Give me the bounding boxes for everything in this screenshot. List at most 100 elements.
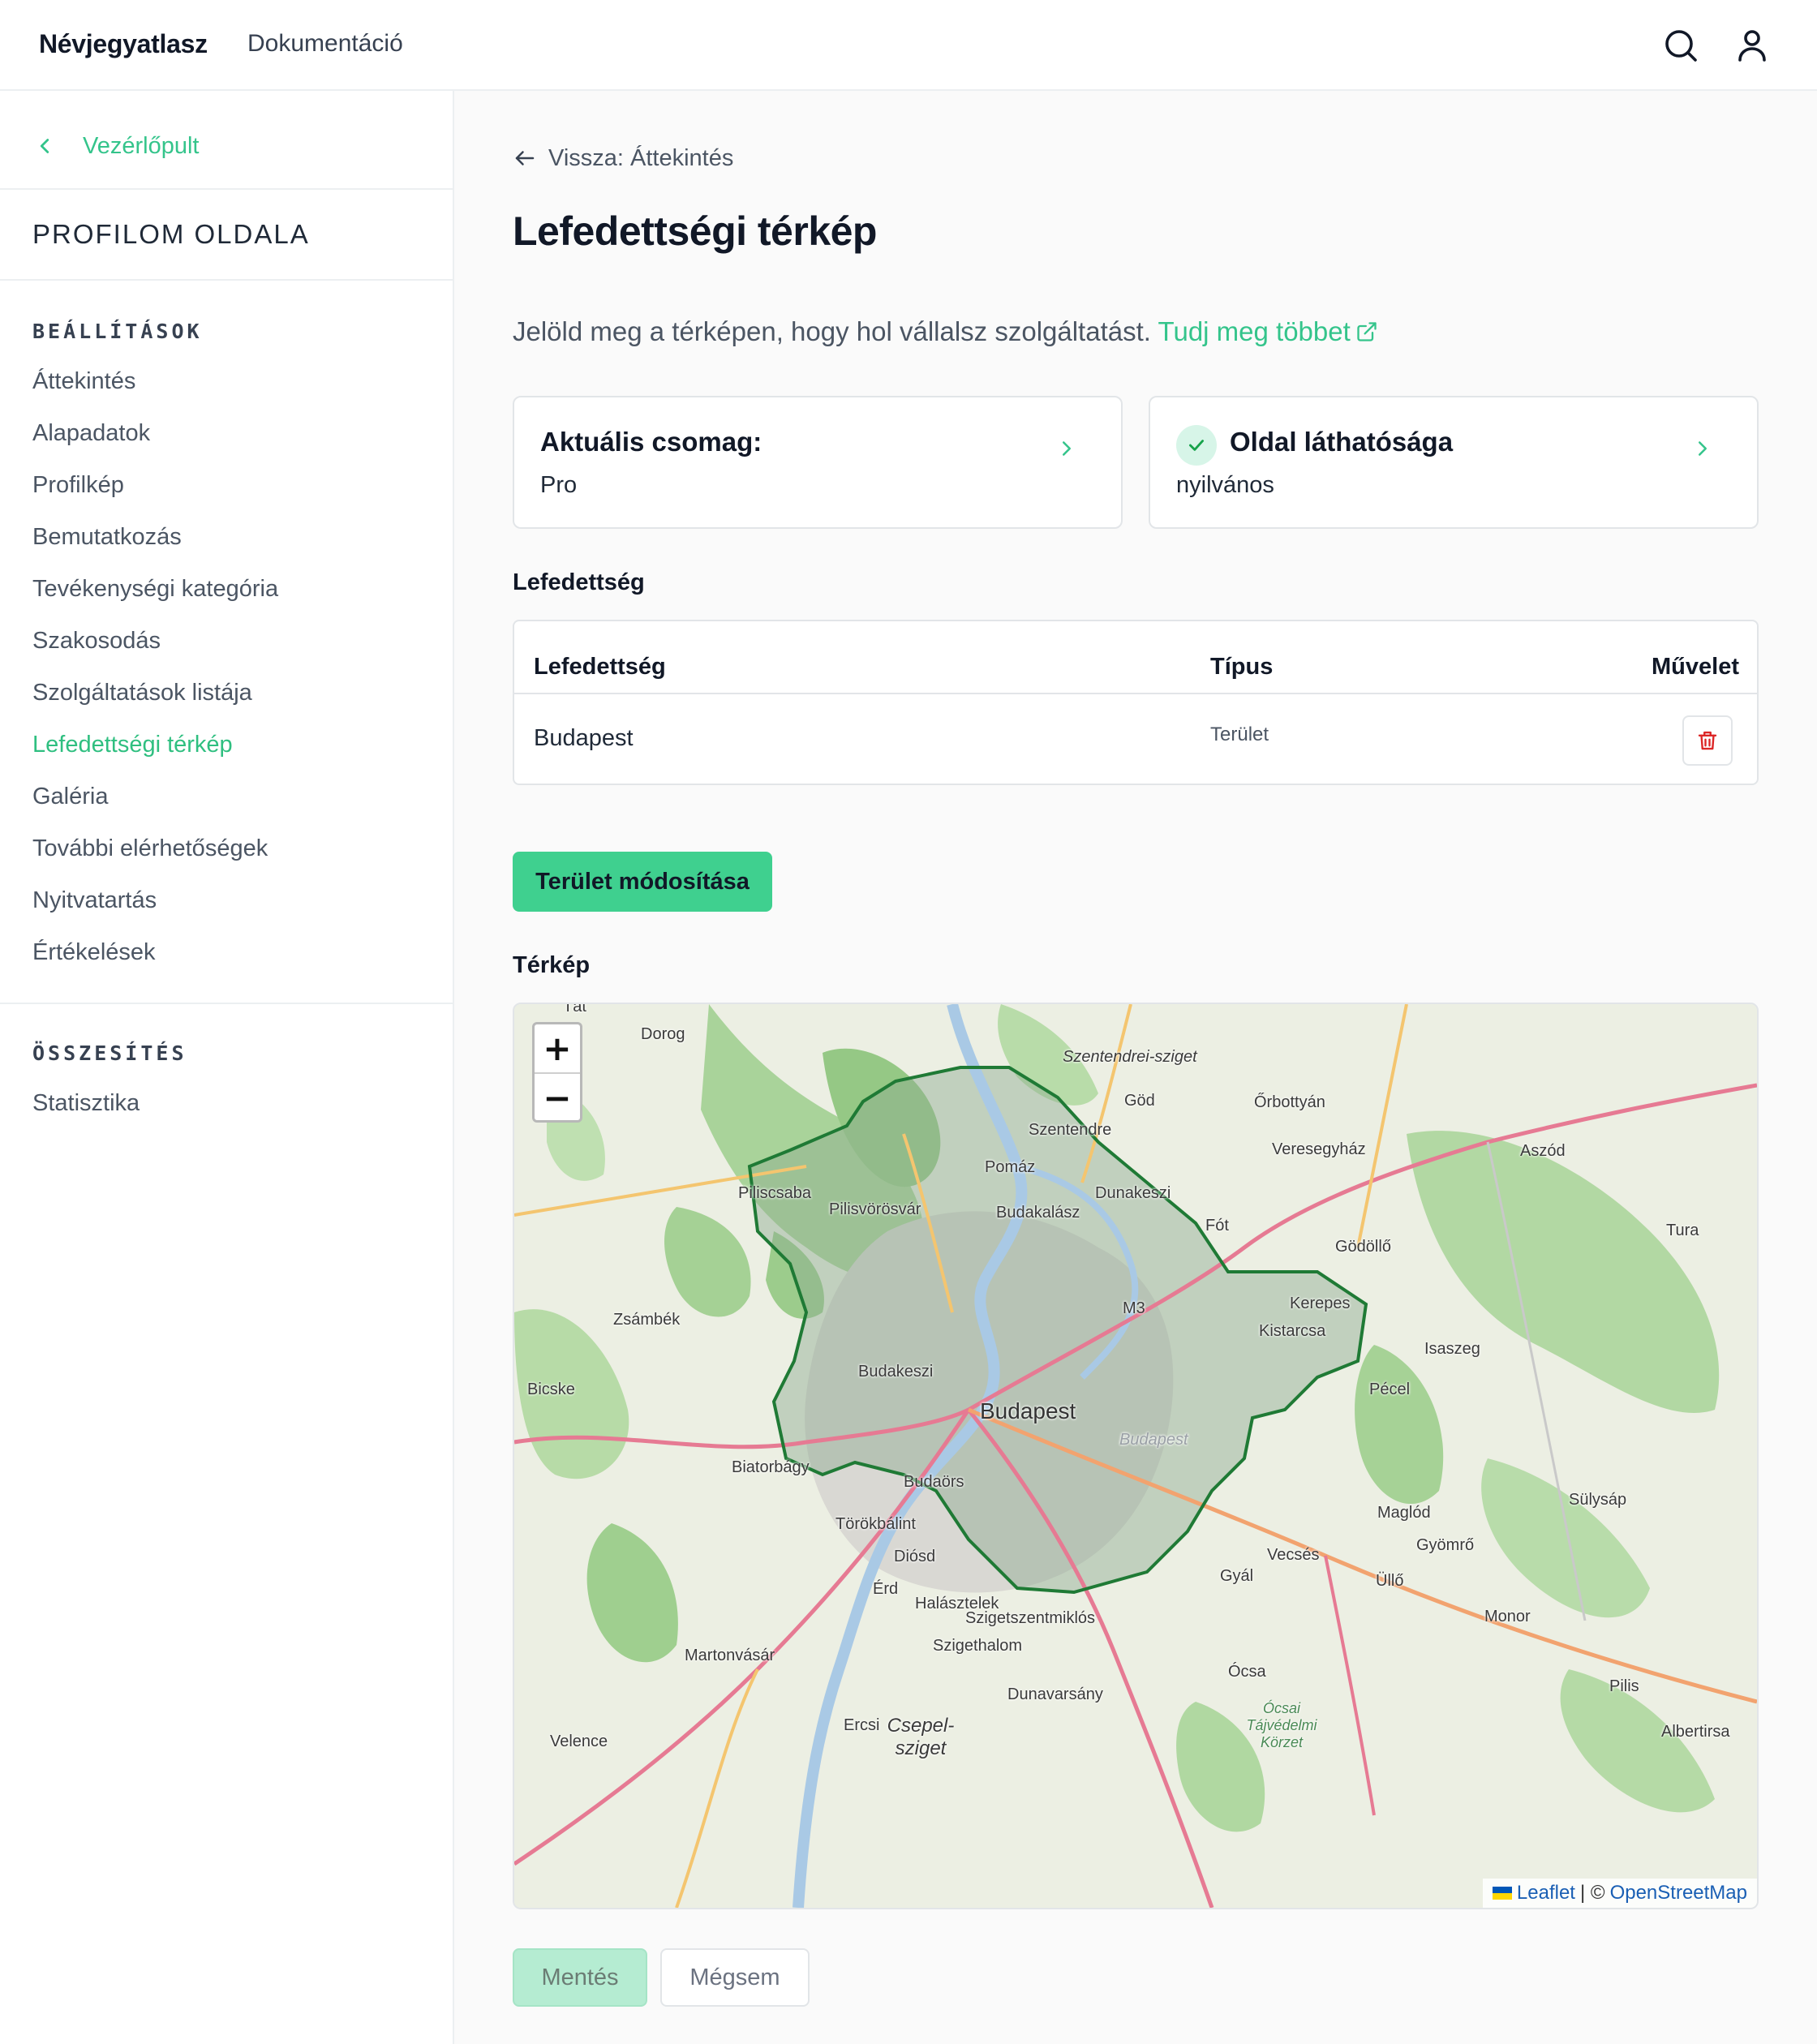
map-place-label: Kistarcsa bbox=[1259, 1322, 1326, 1340]
map-place-label: Szigetszentmiklós bbox=[965, 1609, 1096, 1627]
external-link-icon bbox=[1357, 322, 1377, 341]
brand-logo[interactable]: Névjegyatlasz bbox=[39, 29, 208, 59]
map-road-label: M3 bbox=[1123, 1299, 1145, 1317]
back-to-dashboard-link[interactable]: Vezérlőpult bbox=[32, 127, 200, 165]
map-city-label: Budapest bbox=[980, 1398, 1076, 1424]
chevron-right-icon bbox=[1063, 441, 1071, 456]
sidebar-item-basic-data[interactable]: Alapadatok bbox=[32, 420, 150, 447]
page-title: Lefedettségi térkép bbox=[513, 208, 877, 254]
map-place-label: Bicske bbox=[527, 1381, 575, 1398]
map-place-label: Szigethalom bbox=[933, 1637, 1023, 1655]
search-icon[interactable] bbox=[1661, 26, 1700, 65]
arrow-left-icon bbox=[515, 151, 535, 165]
map-place-label: Pécel bbox=[1369, 1381, 1411, 1398]
divider bbox=[0, 1003, 453, 1004]
coverage-map[interactable]: Tát Dorog Szentendrei-sziget Göd Őrbotty… bbox=[513, 1003, 1759, 1909]
profile-page-title[interactable]: PROFILOM OLDALA bbox=[32, 219, 310, 250]
map-place-label: Őrbottyán bbox=[1254, 1093, 1325, 1111]
map-place-label: Dorog bbox=[641, 1025, 685, 1043]
cancel-button[interactable]: Mégsem bbox=[660, 1948, 810, 2007]
map-place-label: Fót bbox=[1205, 1217, 1229, 1235]
lead-text-row: Jelöld meg a térképen, hogy hol vállalsz… bbox=[513, 316, 1378, 347]
map-place-label: Tura bbox=[1666, 1222, 1699, 1239]
lead-text: Jelöld meg a térképen, hogy hol vállalsz… bbox=[513, 316, 1151, 346]
map-place-label: Üllő bbox=[1376, 1572, 1404, 1590]
delete-coverage-button[interactable] bbox=[1682, 715, 1733, 766]
sidebar-item-more-contacts[interactable]: További elérhetőségek bbox=[32, 835, 268, 862]
map-place-label: Monor bbox=[1484, 1608, 1531, 1625]
visibility-card-title: Oldal láthatósága bbox=[1230, 427, 1454, 457]
map-place-label: Diósd bbox=[894, 1548, 936, 1565]
map-place-label: Isaszeg bbox=[1424, 1340, 1480, 1358]
chevron-left-icon bbox=[40, 139, 49, 153]
map-place-label: Budakeszi bbox=[858, 1363, 934, 1381]
sidebar-item-activity-category[interactable]: Tevékenységi kategória bbox=[32, 576, 278, 603]
check-badge bbox=[1176, 425, 1217, 466]
map-place-label: Martonvásár bbox=[685, 1647, 775, 1664]
sidebar-item-overview[interactable]: Áttekintés bbox=[32, 368, 135, 395]
map-place-label: Szentendre bbox=[1029, 1121, 1112, 1139]
divider bbox=[0, 188, 453, 190]
map-place-label: Ercsi bbox=[844, 1716, 880, 1734]
map-place-label: Biatorbágy bbox=[732, 1458, 810, 1476]
map-protected-area-label: Ócsai Tájvédelmi Körzet bbox=[1246, 1700, 1317, 1750]
divider bbox=[0, 279, 453, 281]
learn-more-link[interactable]: Tudj meg többet bbox=[1158, 316, 1378, 346]
coverage-table: Lefedettség Típus Művelet Budapest Terül… bbox=[513, 620, 1759, 785]
map-zoom-control: + − bbox=[532, 1022, 582, 1123]
sidebar-item-reviews[interactable]: Értékelések bbox=[32, 939, 156, 966]
sidebar-item-specialization[interactable]: Szakosodás bbox=[32, 628, 161, 655]
package-card-title: Aktuális csomag: bbox=[540, 427, 762, 457]
row-type-cell: Terület bbox=[1210, 724, 1269, 745]
map-place-label: Pilisvörösvár bbox=[829, 1200, 921, 1218]
sidebar-item-services-list[interactable]: Szolgáltatások listája bbox=[32, 680, 252, 706]
map-place-label: Zsámbék bbox=[613, 1311, 681, 1329]
map-place-label: Albertirsa bbox=[1661, 1723, 1730, 1741]
user-icon[interactable] bbox=[1733, 26, 1772, 65]
map-tiles bbox=[514, 1004, 1757, 1908]
top-bar: Névjegyatlasz Dokumentáció bbox=[0, 0, 1817, 91]
package-card[interactable]: Aktuális csomag: Pro bbox=[513, 396, 1123, 529]
ukraine-flag-icon bbox=[1492, 1887, 1512, 1900]
back-to-overview-link[interactable]: Vissza: Áttekintés bbox=[513, 141, 733, 175]
zoom-in-button[interactable]: + bbox=[535, 1024, 580, 1072]
osm-link[interactable]: OpenStreetMap bbox=[1610, 1882, 1747, 1904]
leaflet-link[interactable]: Leaflet bbox=[1517, 1882, 1575, 1904]
sidebar-item-opening-hours[interactable]: Nyitvatartás bbox=[32, 887, 157, 914]
row-coverage-cell: Budapest bbox=[534, 725, 634, 751]
nav-docs-link[interactable]: Dokumentáció bbox=[247, 30, 403, 58]
sidebar-item-coverage-map[interactable]: Lefedettségi térkép bbox=[32, 732, 233, 758]
table-header-divider bbox=[514, 693, 1757, 694]
map-place-label: Sülysáp bbox=[1569, 1491, 1627, 1509]
map-place-label: Kerepes bbox=[1290, 1295, 1351, 1312]
visibility-card[interactable]: Oldal láthatósága nyilvános bbox=[1149, 396, 1759, 529]
sidebar-item-statistics[interactable]: Statisztika bbox=[32, 1090, 140, 1117]
save-button[interactable]: Mentés bbox=[513, 1948, 647, 2007]
sidebar-item-gallery[interactable]: Galéria bbox=[32, 784, 109, 810]
learn-more-label: Tudj meg többet bbox=[1158, 316, 1351, 346]
zoom-out-button[interactable]: − bbox=[535, 1074, 580, 1122]
coverage-section-label: Lefedettség bbox=[513, 569, 645, 595]
sidebar-item-introduction[interactable]: Bemutatkozás bbox=[32, 524, 182, 551]
map-place-label: Gyömrő bbox=[1416, 1536, 1475, 1554]
map-place-label: Velence bbox=[550, 1733, 608, 1750]
check-icon bbox=[1189, 440, 1204, 451]
map-place-label: Dunavarsány bbox=[1007, 1685, 1103, 1703]
map-place-label: Szentendrei-sziget bbox=[1063, 1048, 1197, 1066]
modify-area-button[interactable]: Terület módosítása bbox=[513, 852, 772, 912]
map-place-label: Budaörs bbox=[904, 1473, 964, 1491]
map-place-label: Törökbálint bbox=[835, 1515, 916, 1533]
map-place-label: Tát bbox=[563, 1003, 586, 1016]
map-place-label: Maglód bbox=[1377, 1504, 1431, 1522]
column-header-action: Művelet bbox=[1652, 654, 1739, 680]
map-place-label: Vecsés bbox=[1267, 1546, 1320, 1564]
sidebar-item-profile-picture[interactable]: Profilkép bbox=[32, 472, 124, 499]
column-header-type: Típus bbox=[1210, 654, 1274, 680]
back-to-overview-label: Vissza: Áttekintés bbox=[548, 144, 734, 171]
map-place-label: Göd bbox=[1124, 1092, 1155, 1110]
map-place-label: Pomáz bbox=[985, 1158, 1036, 1176]
map-place-label: Budakalász bbox=[996, 1204, 1080, 1222]
back-to-dashboard-label: Vezérlőpult bbox=[83, 132, 200, 159]
sidebar: Vezérlőpult PROFILOM OLDALA BEÁLLÍTÁSOK … bbox=[0, 91, 454, 2044]
map-place-label: Aszód bbox=[1520, 1142, 1566, 1160]
